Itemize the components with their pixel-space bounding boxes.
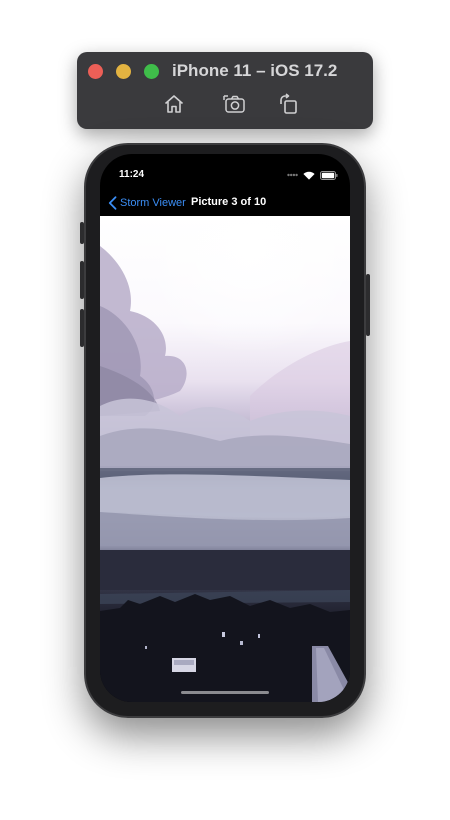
home-indicator[interactable] [181,691,269,694]
signal-dots-icon [287,173,298,177]
rotate-icon [277,92,301,116]
minimize-window-button[interactable] [116,64,131,79]
simulator-canvas: iPhone 11 – iOS 17.2 11:24 Storm Viewer … [0,0,450,820]
screenshot-button[interactable] [223,92,247,116]
battery-icon [320,170,338,180]
rotate-button[interactable] [277,92,301,116]
back-button[interactable]: Storm Viewer [108,195,186,211]
phone-screen: 11:24 Storm Viewer Picture 3 of 10 [100,154,350,702]
simulator-title: iPhone 11 – iOS 17.2 [172,61,338,80]
zoom-window-button[interactable] [144,64,159,79]
back-button-label: Storm Viewer [120,197,186,209]
home-icon [162,92,186,116]
simulator-toolbar: iPhone 11 – iOS 17.2 [77,52,373,129]
side-power-button [366,274,370,336]
storm-photo [100,216,350,702]
screenshot-icon [223,92,247,116]
status-time: 11:24 [119,169,145,180]
nav-title: Picture 3 of 10 [191,196,267,208]
wifi-icon [303,171,315,180]
status-icons [287,170,338,180]
close-window-button[interactable] [88,64,103,79]
chevron-left-icon [108,196,117,210]
home-button[interactable] [162,92,186,116]
